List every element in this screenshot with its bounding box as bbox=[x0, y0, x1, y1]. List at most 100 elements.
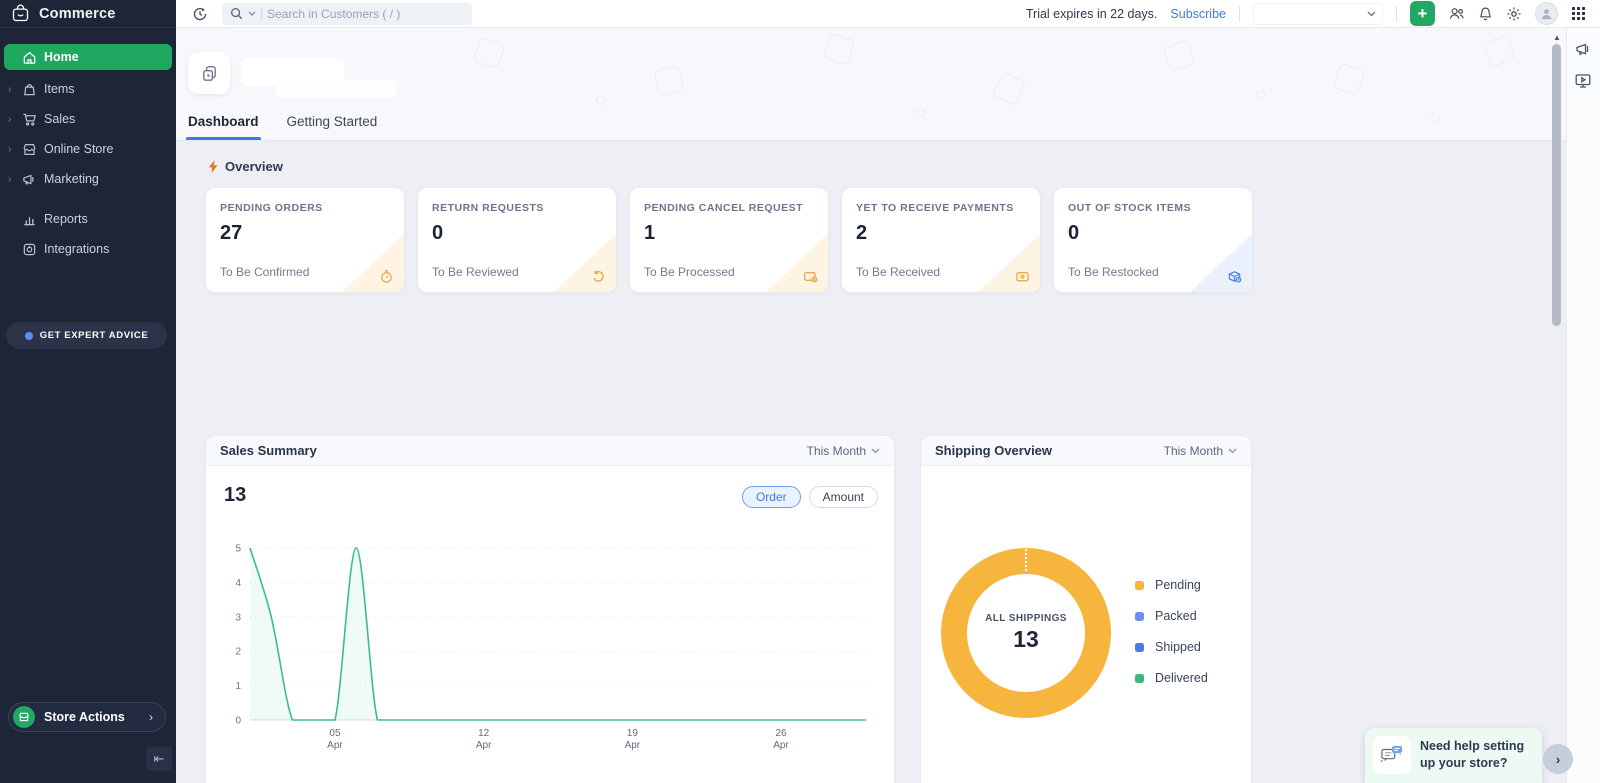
stat-card-yet-to-receive-payments[interactable]: YET TO RECEIVE PAYMENTS 2 To Be Received bbox=[841, 187, 1041, 293]
pages-icon bbox=[200, 64, 219, 83]
sidebar-item-label: Reports bbox=[44, 212, 88, 226]
stat-subtitle: To Be Received bbox=[856, 265, 940, 279]
svg-text:26: 26 bbox=[775, 728, 787, 739]
shipping-donut-chart: ALL SHIPPINGS 13 bbox=[936, 543, 1116, 723]
legend-item-packed[interactable]: Packed bbox=[1135, 609, 1208, 623]
chevron-right-icon: › bbox=[8, 174, 11, 185]
svg-text:2: 2 bbox=[235, 647, 241, 658]
stat-card-pending-orders[interactable]: PENDING ORDERS 27 To Be Confirmed bbox=[205, 187, 405, 293]
storefront-icon bbox=[22, 142, 37, 157]
sidebar-item-label: Online Store bbox=[44, 142, 113, 156]
legend-label: Delivered bbox=[1155, 671, 1208, 685]
page-header-banner: Dashboard Getting Started bbox=[176, 28, 1566, 141]
store-url-redacted bbox=[276, 80, 396, 98]
divider bbox=[1396, 6, 1397, 22]
stopwatch-icon bbox=[379, 269, 394, 284]
svg-text:0: 0 bbox=[235, 716, 241, 727]
brand-header[interactable]: Commerce bbox=[0, 0, 176, 28]
sidebar-item-label: Sales bbox=[44, 112, 75, 126]
pattern-doodle bbox=[992, 72, 1027, 107]
stat-card-out-of-stock-items[interactable]: OUT OF STOCK ITEMS 0 To Be Restocked bbox=[1053, 187, 1253, 293]
stat-title: OUT OF STOCK ITEMS bbox=[1068, 202, 1191, 214]
recent-activity-icon[interactable] bbox=[192, 6, 208, 22]
stat-title: PENDING ORDERS bbox=[220, 202, 323, 214]
get-expert-advice-button[interactable]: GET EXPERT ADVICE bbox=[6, 322, 167, 349]
shipping-overview-header: Shipping Overview This Month bbox=[921, 436, 1251, 466]
stat-title: PENDING CANCEL REQUEST bbox=[644, 202, 803, 214]
stat-subtitle: To Be Processed bbox=[644, 265, 735, 279]
corner-accent bbox=[978, 234, 1040, 292]
sidebar-item-label: Home bbox=[44, 50, 79, 64]
shipping-legend: Pending Packed Shipped Delivered bbox=[1135, 578, 1208, 685]
apps-grid-icon[interactable] bbox=[1571, 6, 1586, 21]
legend-label: Pending bbox=[1155, 578, 1201, 592]
sidebar-item-online-store[interactable]: › Online Store bbox=[0, 134, 176, 164]
collapse-sidebar-button[interactable]: ⇤ bbox=[146, 747, 172, 771]
settings-gear-icon[interactable] bbox=[1506, 6, 1522, 22]
sidebar-item-sales[interactable]: › Sales bbox=[0, 104, 176, 134]
sidebar-item-home[interactable]: Home bbox=[4, 44, 172, 70]
stat-title: RETURN REQUESTS bbox=[432, 202, 544, 214]
subscribe-link[interactable]: Subscribe bbox=[1170, 7, 1226, 21]
stat-card-pending-cancel-request[interactable]: PENDING CANCEL REQUEST 1 To Be Processed bbox=[629, 187, 829, 293]
shipping-overview-title: Shipping Overview bbox=[935, 443, 1052, 458]
pattern-doodle bbox=[823, 33, 856, 66]
pattern-doodle bbox=[1333, 63, 1366, 96]
sales-summary-period-dropdown[interactable]: This Month bbox=[807, 444, 880, 458]
nav-group-gap bbox=[0, 194, 176, 204]
sidebar-item-integrations[interactable]: Integrations bbox=[0, 234, 176, 264]
legend-swatch bbox=[1135, 581, 1144, 590]
legend-item-delivered[interactable]: Delivered bbox=[1135, 671, 1208, 685]
next-step-button[interactable]: › bbox=[1543, 744, 1573, 774]
trial-expiry-text: Trial expires in 22 days. bbox=[1026, 7, 1158, 21]
store-actions-button[interactable]: Store Actions › bbox=[8, 702, 166, 732]
expert-advice-label: GET EXPERT ADVICE bbox=[40, 330, 149, 341]
return-arrow-icon bbox=[591, 269, 606, 284]
search-icon bbox=[230, 7, 243, 20]
toggle-amount[interactable]: Amount bbox=[809, 486, 878, 508]
overview-heading: Overview bbox=[208, 159, 283, 174]
users-icon[interactable] bbox=[1448, 6, 1465, 21]
search-scope-chevron-icon[interactable] bbox=[248, 11, 256, 16]
scrollbar-up-arrow[interactable]: ▲ bbox=[1553, 33, 1561, 42]
shipping-period-dropdown[interactable]: This Month bbox=[1164, 444, 1237, 458]
cart-icon bbox=[22, 112, 37, 127]
sidebar-item-label: Integrations bbox=[44, 242, 109, 256]
sales-summary-header: Sales Summary This Month bbox=[206, 436, 894, 466]
pattern-doodle bbox=[1482, 34, 1516, 68]
quick-add-button[interactable]: + bbox=[1410, 1, 1435, 26]
user-avatar[interactable] bbox=[1535, 2, 1558, 25]
pattern-doodle bbox=[473, 37, 506, 70]
period-label: This Month bbox=[807, 444, 866, 458]
tab-dashboard[interactable]: Dashboard bbox=[188, 114, 259, 140]
global-search[interactable] bbox=[222, 3, 472, 25]
legend-item-pending[interactable]: Pending bbox=[1135, 578, 1208, 592]
sidebar-nav: Home › Items › Sales bbox=[0, 44, 176, 264]
toggle-order[interactable]: Order bbox=[742, 486, 801, 508]
demo-video-monitor-icon[interactable] bbox=[1574, 72, 1592, 90]
store-selector-dropdown[interactable] bbox=[1253, 3, 1383, 25]
cancel-card-icon bbox=[803, 269, 818, 284]
legend-label: Shipped bbox=[1155, 640, 1201, 654]
sidebar-item-items[interactable]: › Items bbox=[0, 74, 176, 104]
help-widget-text: Need help setting up your store? bbox=[1420, 736, 1534, 772]
svg-text:19: 19 bbox=[627, 728, 639, 739]
sidebar-item-marketing[interactable]: › Marketing bbox=[0, 164, 176, 194]
svg-text:05: 05 bbox=[329, 728, 341, 739]
notifications-bell-icon[interactable] bbox=[1478, 6, 1493, 22]
legend-item-shipped[interactable]: Shipped bbox=[1135, 640, 1208, 654]
announcements-megaphone-icon[interactable] bbox=[1574, 40, 1592, 58]
search-input[interactable] bbox=[267, 7, 464, 21]
chevron-down-icon bbox=[1228, 448, 1237, 454]
pattern-doodle bbox=[916, 108, 925, 117]
svg-text:Apr: Apr bbox=[773, 740, 789, 751]
store-logo-tile[interactable] bbox=[188, 52, 230, 94]
sales-summary-title: Sales Summary bbox=[220, 443, 317, 458]
tab-getting-started[interactable]: Getting Started bbox=[287, 114, 378, 140]
stat-card-return-requests[interactable]: RETURN REQUESTS 0 To Be Reviewed bbox=[417, 187, 617, 293]
sidebar-item-reports[interactable]: Reports bbox=[0, 204, 176, 234]
vertical-scrollbar-thumb[interactable] bbox=[1552, 44, 1561, 326]
main-area: Dashboard Getting Started Overview PENDI… bbox=[176, 28, 1566, 783]
topbar-right: Trial expires in 22 days. Subscribe + bbox=[1026, 1, 1600, 26]
help-setup-widget[interactable]: Need help setting up your store? bbox=[1365, 728, 1542, 783]
